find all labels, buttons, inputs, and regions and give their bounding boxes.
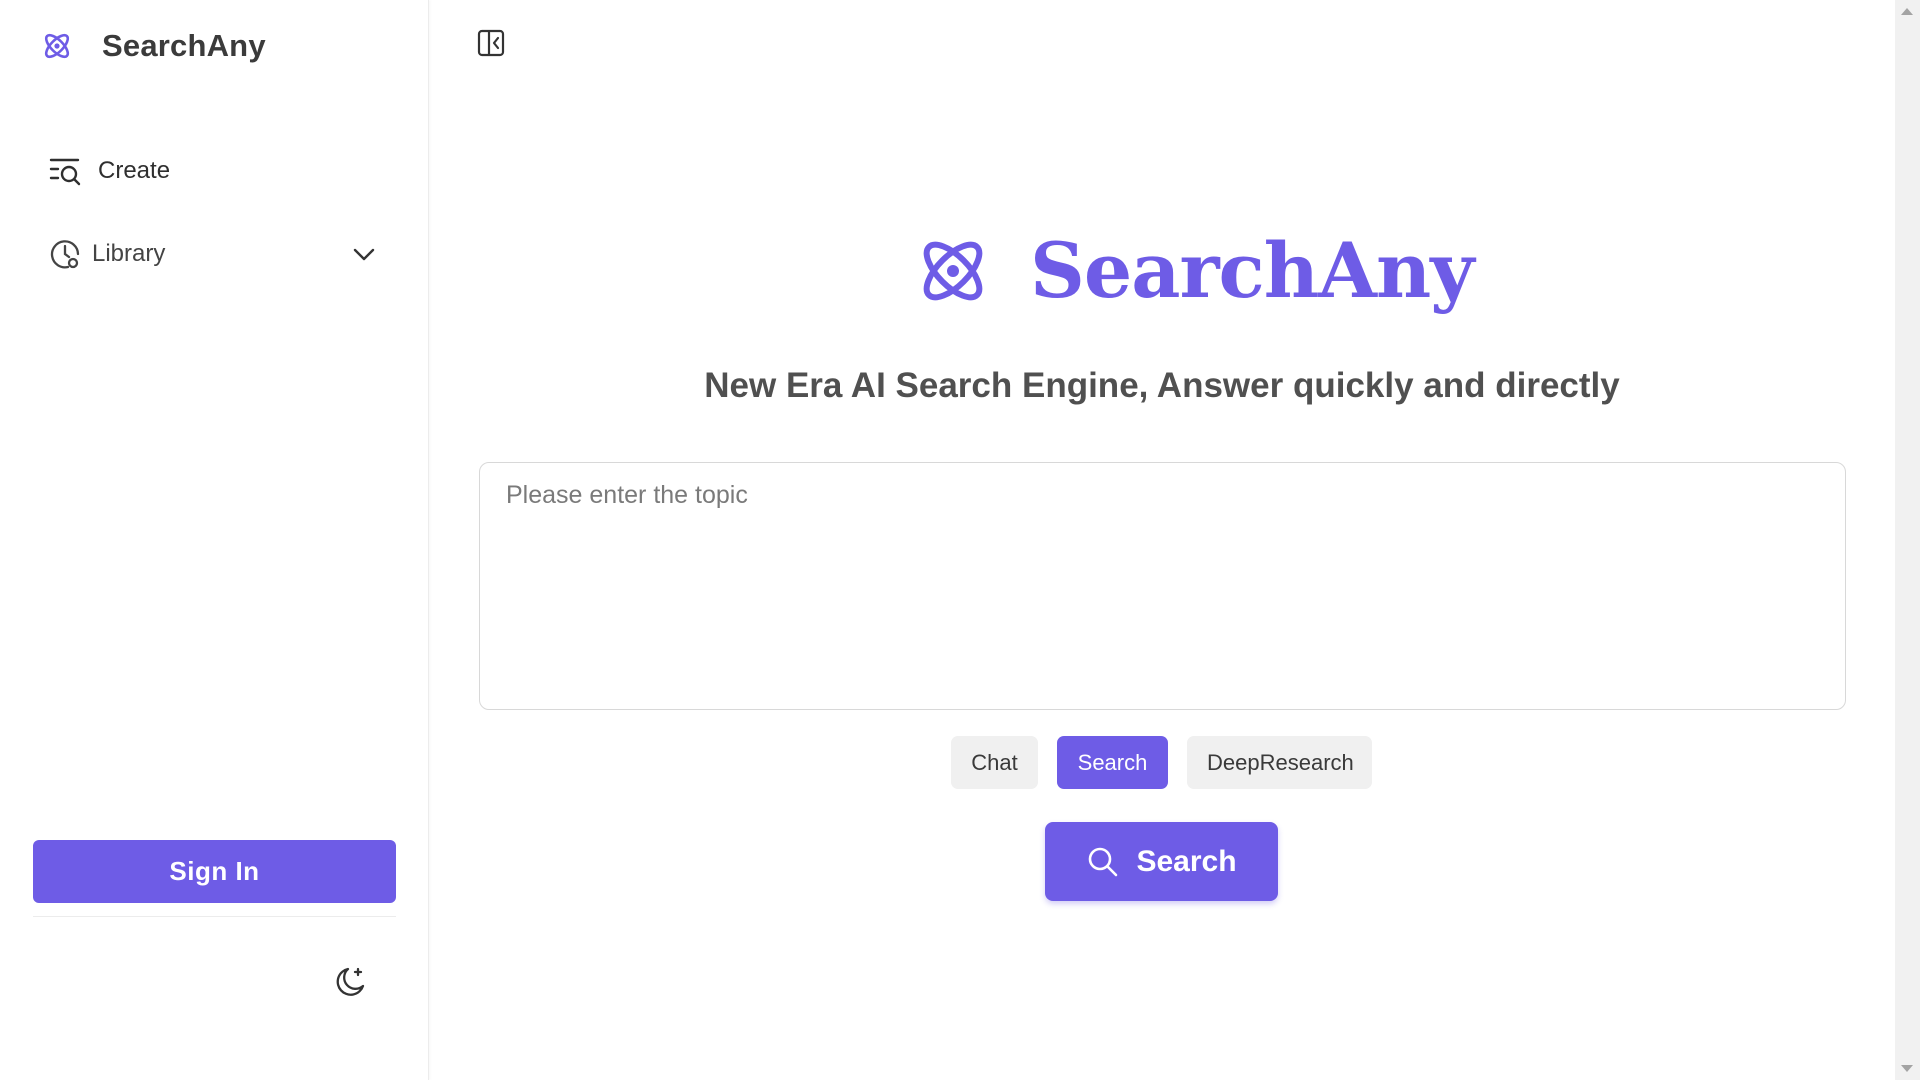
atom-icon — [44, 33, 70, 59]
hero-title: SearchAny — [1030, 226, 1474, 315]
sidebar-item-create[interactable]: Create — [48, 153, 378, 189]
sidebar: SearchAny Create Library Sign In — [0, 0, 429, 1080]
page-subtitle: New Era AI Search Engine, Answer quickly… — [704, 366, 1620, 405]
sidebar-toggle-icon[interactable] — [474, 26, 508, 60]
divider — [33, 916, 396, 917]
mode-search-button[interactable]: Search — [1057, 736, 1168, 789]
search-button[interactable]: Search — [1045, 822, 1278, 901]
brand[interactable]: SearchAny — [40, 28, 266, 64]
scroll-up-arrow-icon[interactable] — [1901, 8, 1913, 15]
chevron-down-icon[interactable] — [350, 240, 378, 268]
hero-logo: SearchAny — [912, 226, 1474, 315]
moon-icon[interactable] — [332, 964, 368, 1000]
search-icon — [1089, 847, 1118, 876]
sidebar-item-library[interactable]: Library — [48, 236, 378, 272]
search-button-label: Search — [1136, 844, 1237, 878]
mode-deepresearch-button[interactable]: DeepResearch — [1187, 736, 1372, 789]
sign-in-button[interactable]: Sign In — [33, 840, 396, 903]
sidebar-item-label: Library — [92, 240, 166, 267]
list-search-icon — [49, 158, 81, 186]
atom-icon — [923, 241, 983, 300]
scrollbar[interactable] — [1895, 0, 1920, 1080]
mode-selector: Chat Search DeepResearch — [951, 736, 1372, 789]
topic-input[interactable] — [479, 462, 1846, 710]
brand-name: SearchAny — [102, 28, 266, 63]
scroll-down-arrow-icon[interactable] — [1901, 1065, 1913, 1072]
sidebar-item-label: Create — [98, 157, 171, 184]
mode-chat-button[interactable]: Chat — [951, 736, 1038, 789]
clock-icon — [50, 240, 80, 269]
